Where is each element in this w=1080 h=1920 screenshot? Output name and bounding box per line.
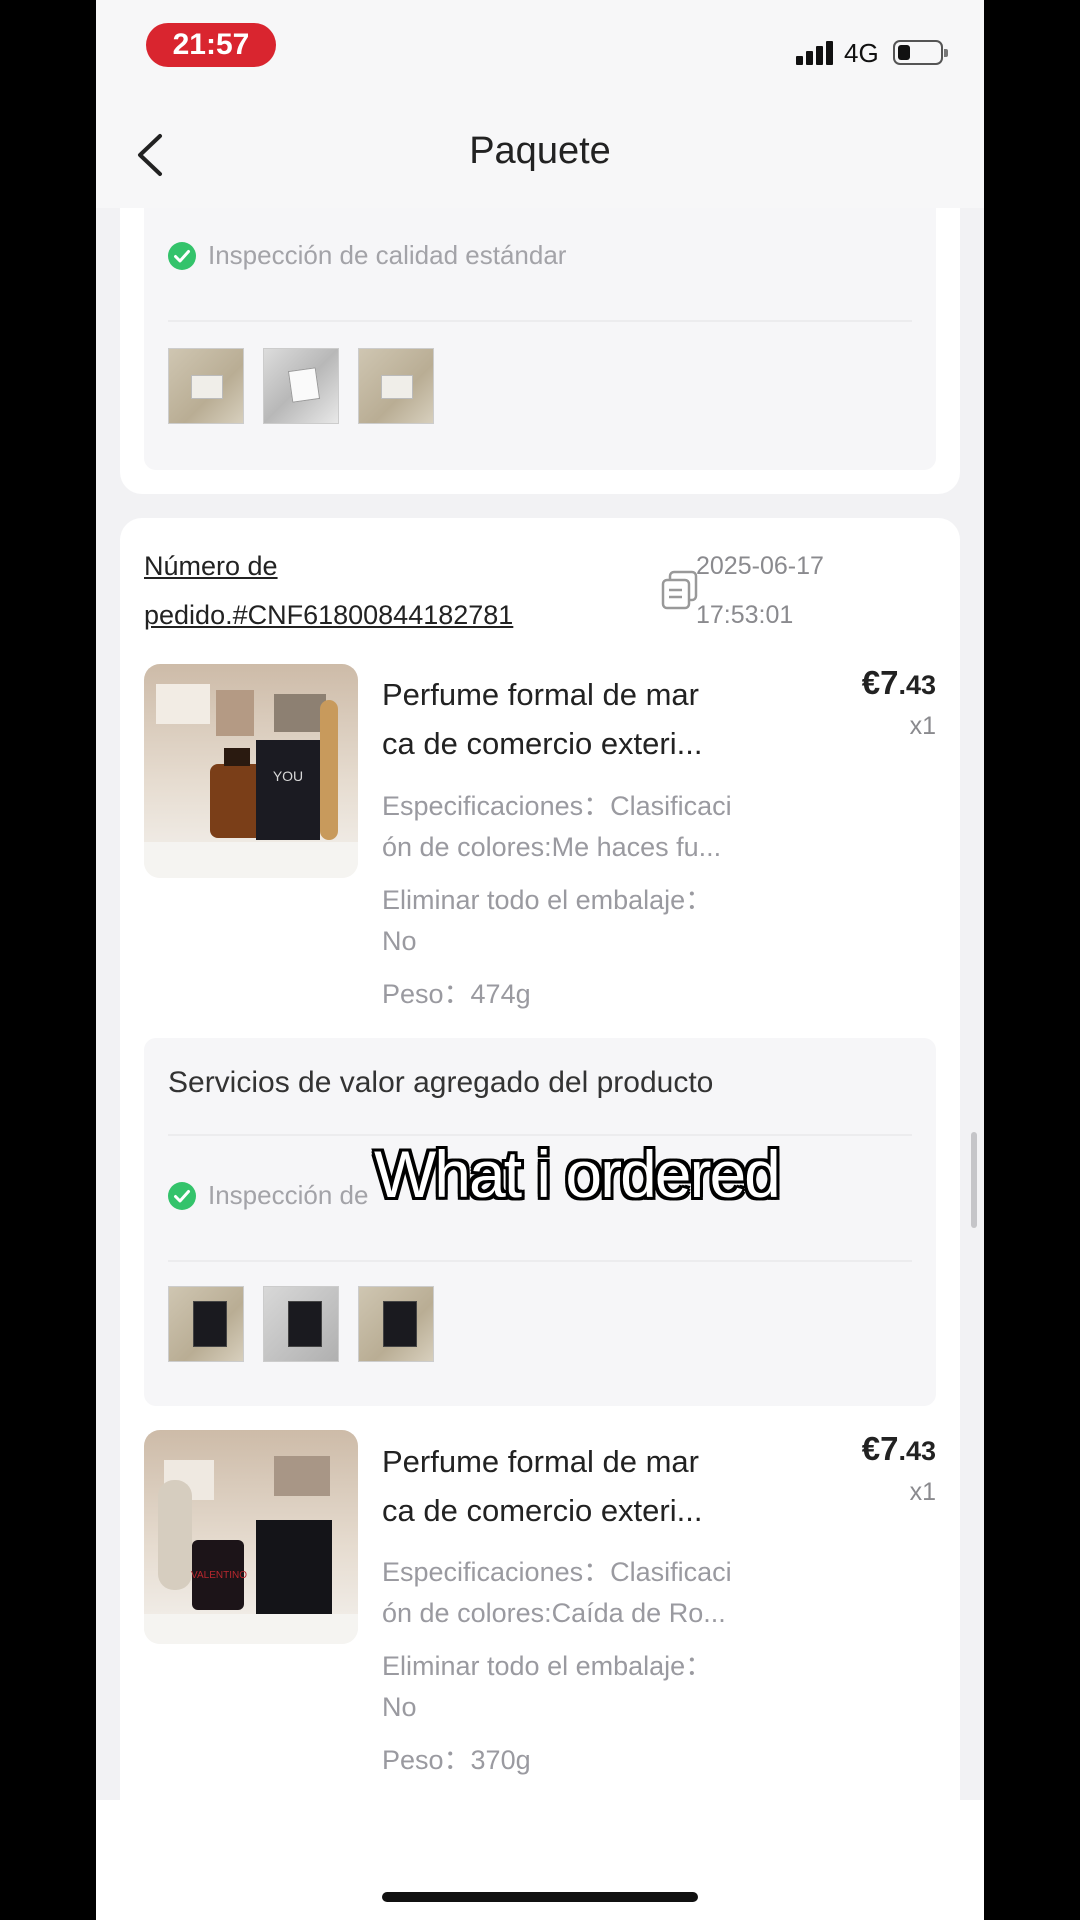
quality-row: Inspección de calidad estándar xyxy=(168,240,566,271)
order-number-link-line1[interactable]: Número de xyxy=(144,542,278,591)
inspection-photo[interactable] xyxy=(263,348,339,424)
product-weight: Peso：370g xyxy=(382,1745,531,1775)
home-indicator[interactable] xyxy=(382,1892,698,1902)
product-box-label: YOU xyxy=(272,768,304,784)
inspection-photo[interactable] xyxy=(168,1286,244,1362)
packaging-value: No xyxy=(382,1692,417,1722)
product-image[interactable]: YOU xyxy=(144,664,358,878)
product-name[interactable]: Perfume formal de mar xyxy=(382,670,782,719)
signal-icon xyxy=(796,41,834,65)
quality-inspection-label: Inspección de xyxy=(208,1180,369,1210)
product-name[interactable]: ca de comercio exteri... xyxy=(382,1486,782,1535)
header: Paquete xyxy=(96,100,984,208)
product-quantity: x1 xyxy=(909,1478,936,1506)
order-number-link-line2[interactable]: pedido.#CNF61800844182781 xyxy=(144,591,513,640)
scrollbar-thumb[interactable] xyxy=(971,1132,977,1228)
inspection-photo[interactable] xyxy=(168,348,244,424)
product-quantity: x1 xyxy=(909,712,936,740)
product-spec: Especificaciones：Clasificaci xyxy=(382,1557,732,1587)
product-box-label: VALENTINO xyxy=(191,1570,247,1581)
product-spec: ón de colores:Me haces fu... xyxy=(382,832,722,862)
packaging-value: No xyxy=(382,926,417,956)
product-name[interactable]: Perfume formal de mar xyxy=(382,1437,782,1486)
product-image[interactable]: VALENTINO xyxy=(144,1430,358,1644)
video-caption: What i ordered xyxy=(374,1137,781,1211)
packaging-option: Eliminar todo el embalaje： xyxy=(382,1651,713,1681)
product-price: €7.43 xyxy=(861,664,936,701)
inspection-photo[interactable] xyxy=(358,348,434,424)
status-time: 21:57 xyxy=(146,23,276,67)
phone-screen: Inspección de calidad estándar Número de… xyxy=(96,0,984,1920)
quality-row: Inspección de xyxy=(168,1180,368,1211)
order-time: 17:53:01 xyxy=(696,601,794,629)
product-price: €7.43 xyxy=(861,1430,936,1467)
bottom-bar xyxy=(96,1800,984,1920)
battery-icon xyxy=(893,40,948,65)
copy-icon[interactable] xyxy=(660,570,700,610)
divider xyxy=(168,1260,912,1262)
product-spec: Especificaciones：Clasificaci xyxy=(382,791,732,821)
product-name[interactable]: ca de comercio exteri... xyxy=(382,719,782,768)
inspection-photo[interactable] xyxy=(358,1286,434,1362)
product-spec: ón de colores:Caída de Ro... xyxy=(382,1598,726,1628)
check-circle-icon xyxy=(168,1181,196,1210)
order-date: 2025-06-17 xyxy=(696,552,824,580)
check-circle-icon xyxy=(168,241,196,270)
quality-inspection-label: Inspección de calidad estándar xyxy=(208,240,567,270)
status-bar: 21:57 4G xyxy=(96,0,984,100)
packaging-option: Eliminar todo el embalaje： xyxy=(382,885,713,915)
services-title: Servicios de valor agregado del producto xyxy=(168,1066,714,1099)
page-title: Paquete xyxy=(469,130,611,172)
product-weight: Peso：474g xyxy=(382,979,531,1009)
value-added-services-panel: Servicios de valor agregado del producto… xyxy=(144,1038,936,1406)
divider xyxy=(168,320,912,322)
inspection-photo[interactable] xyxy=(263,1286,339,1362)
previous-package-card: Inspección de calidad estándar xyxy=(120,160,960,494)
network-type: 4G xyxy=(844,38,879,68)
